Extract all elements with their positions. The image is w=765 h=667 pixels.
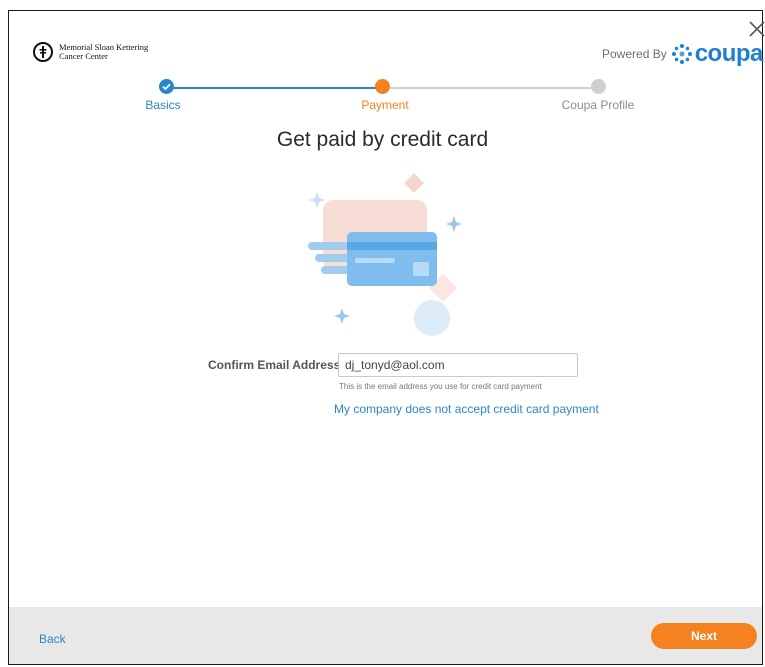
step-basics-check-icon	[159, 79, 174, 94]
step-label-payment: Payment	[361, 98, 409, 112]
page-title: Get paid by credit card	[276, 128, 489, 151]
dialog-footer: Back Next	[9, 607, 762, 664]
org-name-line2: Cancer Center	[59, 51, 108, 61]
decline-credit-card-link[interactable]: My company does not accept credit card p…	[334, 402, 599, 416]
email-field-label: Confirm Email Address	[208, 358, 341, 372]
progress-stepper: Basics Payment Coupa Profile	[0, 78, 765, 118]
step-connector-1	[170, 87, 383, 89]
powered-by-label: Powered By	[602, 47, 667, 61]
org-logo: Memorial Sloan Kettering Cancer Center	[33, 42, 169, 62]
org-name: Memorial Sloan Kettering Cancer Center	[59, 43, 169, 61]
step-label-coupa-profile: Coupa Profile	[561, 98, 635, 112]
step-payment-dot	[375, 79, 390, 94]
email-field[interactable]	[338, 353, 578, 377]
step-label-basics: Basics	[145, 98, 181, 112]
email-helper-text: This is the email address you use for cr…	[339, 382, 542, 391]
powered-by-coupa: Powered By coupa	[602, 40, 763, 68]
close-icon[interactable]	[748, 20, 765, 38]
credit-card-illustration-icon	[308, 173, 462, 336]
back-button[interactable]: Back	[39, 632, 66, 646]
step-profile-dot	[591, 79, 606, 94]
msk-emblem-icon	[33, 42, 53, 62]
coupa-burst-icon	[671, 44, 692, 64]
next-button[interactable]: Next	[651, 623, 757, 649]
coupa-wordmark: coupa	[694, 40, 764, 67]
step-connector-2	[383, 87, 598, 89]
